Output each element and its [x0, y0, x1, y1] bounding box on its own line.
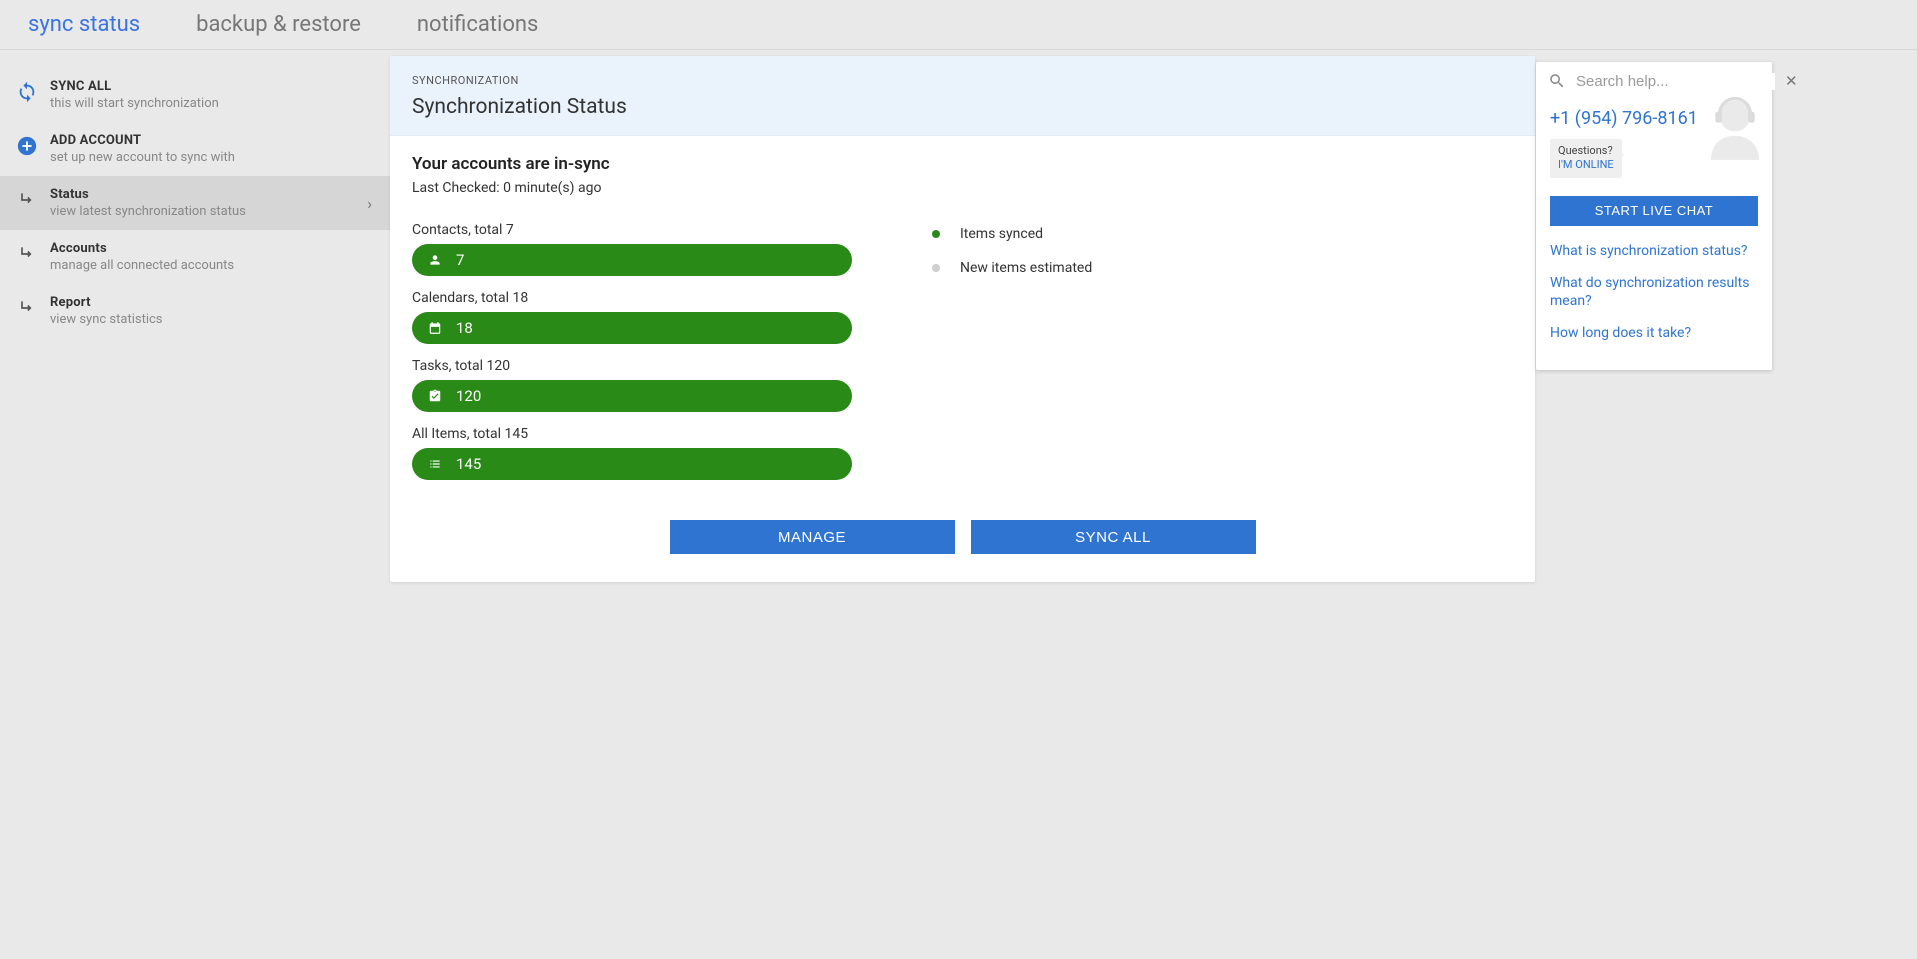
legend-label: Items synced [960, 226, 1043, 242]
bubble-question: Questions? [1558, 144, 1613, 157]
top-nav: sync status backup & restore notificatio… [0, 0, 1917, 50]
bar-label-calendars: Calendars, total 18 [412, 290, 852, 306]
status-card: SYNCHRONIZATION Synchronization Status Y… [390, 56, 1535, 582]
layout: SYNC ALL this will start synchronization… [0, 50, 1917, 959]
calendar-icon [426, 319, 444, 337]
tab-backup-restore[interactable]: backup & restore [178, 2, 379, 47]
sidebar-item-sub: view latest synchronization status [50, 204, 367, 219]
help-link-how-long[interactable]: How long does it take? [1550, 324, 1758, 342]
sync-all-button[interactable]: SYNC ALL [971, 520, 1256, 554]
bar-tasks: 120 [412, 380, 852, 412]
status-last-checked: Last Checked: 0 minute(s) ago [412, 180, 1513, 196]
bar-value: 18 [456, 319, 473, 337]
legend: Items synced New items estimated [932, 222, 1092, 494]
sidebar-item-sub: this will start synchronization [50, 96, 376, 111]
sidebar-item-label: ADD ACCOUNT [50, 133, 376, 148]
card-eyebrow: SYNCHRONIZATION [412, 74, 1513, 87]
card-title: Synchronization Status [412, 95, 1513, 119]
help-phone: +1 (954) 796-8161 [1550, 108, 1758, 129]
person-icon [426, 251, 444, 269]
bubble-online: I'M ONLINE [1558, 158, 1614, 171]
sidebar: SYNC ALL this will start synchronization… [0, 50, 390, 959]
sidebar-item-label: Status [50, 187, 367, 202]
bar-value: 145 [456, 455, 481, 473]
tab-sync-status[interactable]: sync status [10, 2, 158, 47]
manage-button[interactable]: MANAGE [670, 520, 955, 554]
bar-contacts: 7 [412, 244, 852, 276]
main: SYNCHRONIZATION Synchronization Status Y… [390, 50, 1917, 959]
legend-synced: Items synced [932, 226, 1092, 242]
start-live-chat-button[interactable]: START LIVE CHAT [1550, 196, 1758, 226]
bar-value: 7 [456, 251, 464, 269]
list-icon [426, 455, 444, 473]
sidebar-item-sub: set up new account to sync with [50, 150, 376, 165]
bar-label-tasks: Tasks, total 120 [412, 358, 852, 374]
bar-calendars: 18 [412, 312, 852, 344]
subitem-arrow-icon [14, 187, 40, 213]
sidebar-item-sub: manage all connected accounts [50, 258, 376, 273]
sidebar-item-sub: view sync statistics [50, 312, 376, 327]
help-panel: ✕ +1 (954) 796-8161 Questions? I'M ONLIN… [1536, 62, 1772, 370]
legend-label: New items estimated [960, 260, 1092, 276]
plus-circle-icon [14, 133, 40, 159]
sidebar-item-report[interactable]: Report view sync statistics [0, 284, 390, 338]
sidebar-item-sync-all[interactable]: SYNC ALL this will start synchronization [0, 68, 390, 122]
status-headline: Your accounts are in-sync [412, 154, 1513, 174]
help-search-row: ✕ [1536, 62, 1772, 96]
sync-icon [14, 79, 40, 105]
sidebar-item-label: Accounts [50, 241, 376, 256]
legend-estimated: New items estimated [932, 260, 1092, 276]
dot-grey-icon [932, 264, 940, 272]
sidebar-item-accounts[interactable]: Accounts manage all connected accounts [0, 230, 390, 284]
chevron-right-icon: › [367, 194, 372, 213]
subitem-arrow-icon [14, 295, 40, 321]
sidebar-item-status[interactable]: Status view latest synchronization statu… [0, 176, 390, 230]
help-link-sync-status[interactable]: What is synchronization status? [1550, 242, 1758, 260]
bar-label-all: All Items, total 145 [412, 426, 852, 442]
sidebar-item-label: SYNC ALL [50, 79, 376, 94]
action-buttons: MANAGE SYNC ALL [412, 520, 1513, 554]
tab-notifications[interactable]: notifications [399, 2, 557, 47]
help-search-input[interactable] [1576, 73, 1775, 90]
bar-all-items: 145 [412, 448, 852, 480]
bar-label-contacts: Contacts, total 7 [412, 222, 852, 238]
sidebar-item-label: Report [50, 295, 376, 310]
card-header: SYNCHRONIZATION Synchronization Status [390, 56, 1535, 136]
clipboard-check-icon [426, 387, 444, 405]
status-bars: Contacts, total 7 7 Calendars, total 18 [412, 222, 852, 494]
card-body: Your accounts are in-sync Last Checked: … [390, 136, 1535, 582]
dot-green-icon [932, 230, 940, 238]
subitem-arrow-icon [14, 241, 40, 267]
bar-value: 120 [456, 387, 481, 405]
help-links: What is synchronization status? What do … [1550, 242, 1758, 343]
search-icon [1548, 72, 1566, 90]
sidebar-item-add-account[interactable]: ADD ACCOUNT set up new account to sync w… [0, 122, 390, 176]
help-link-results-mean[interactable]: What do synchronization results mean? [1550, 274, 1758, 310]
close-icon[interactable]: ✕ [1785, 72, 1798, 90]
help-status-bubble: Questions? I'M ONLINE [1550, 139, 1622, 178]
